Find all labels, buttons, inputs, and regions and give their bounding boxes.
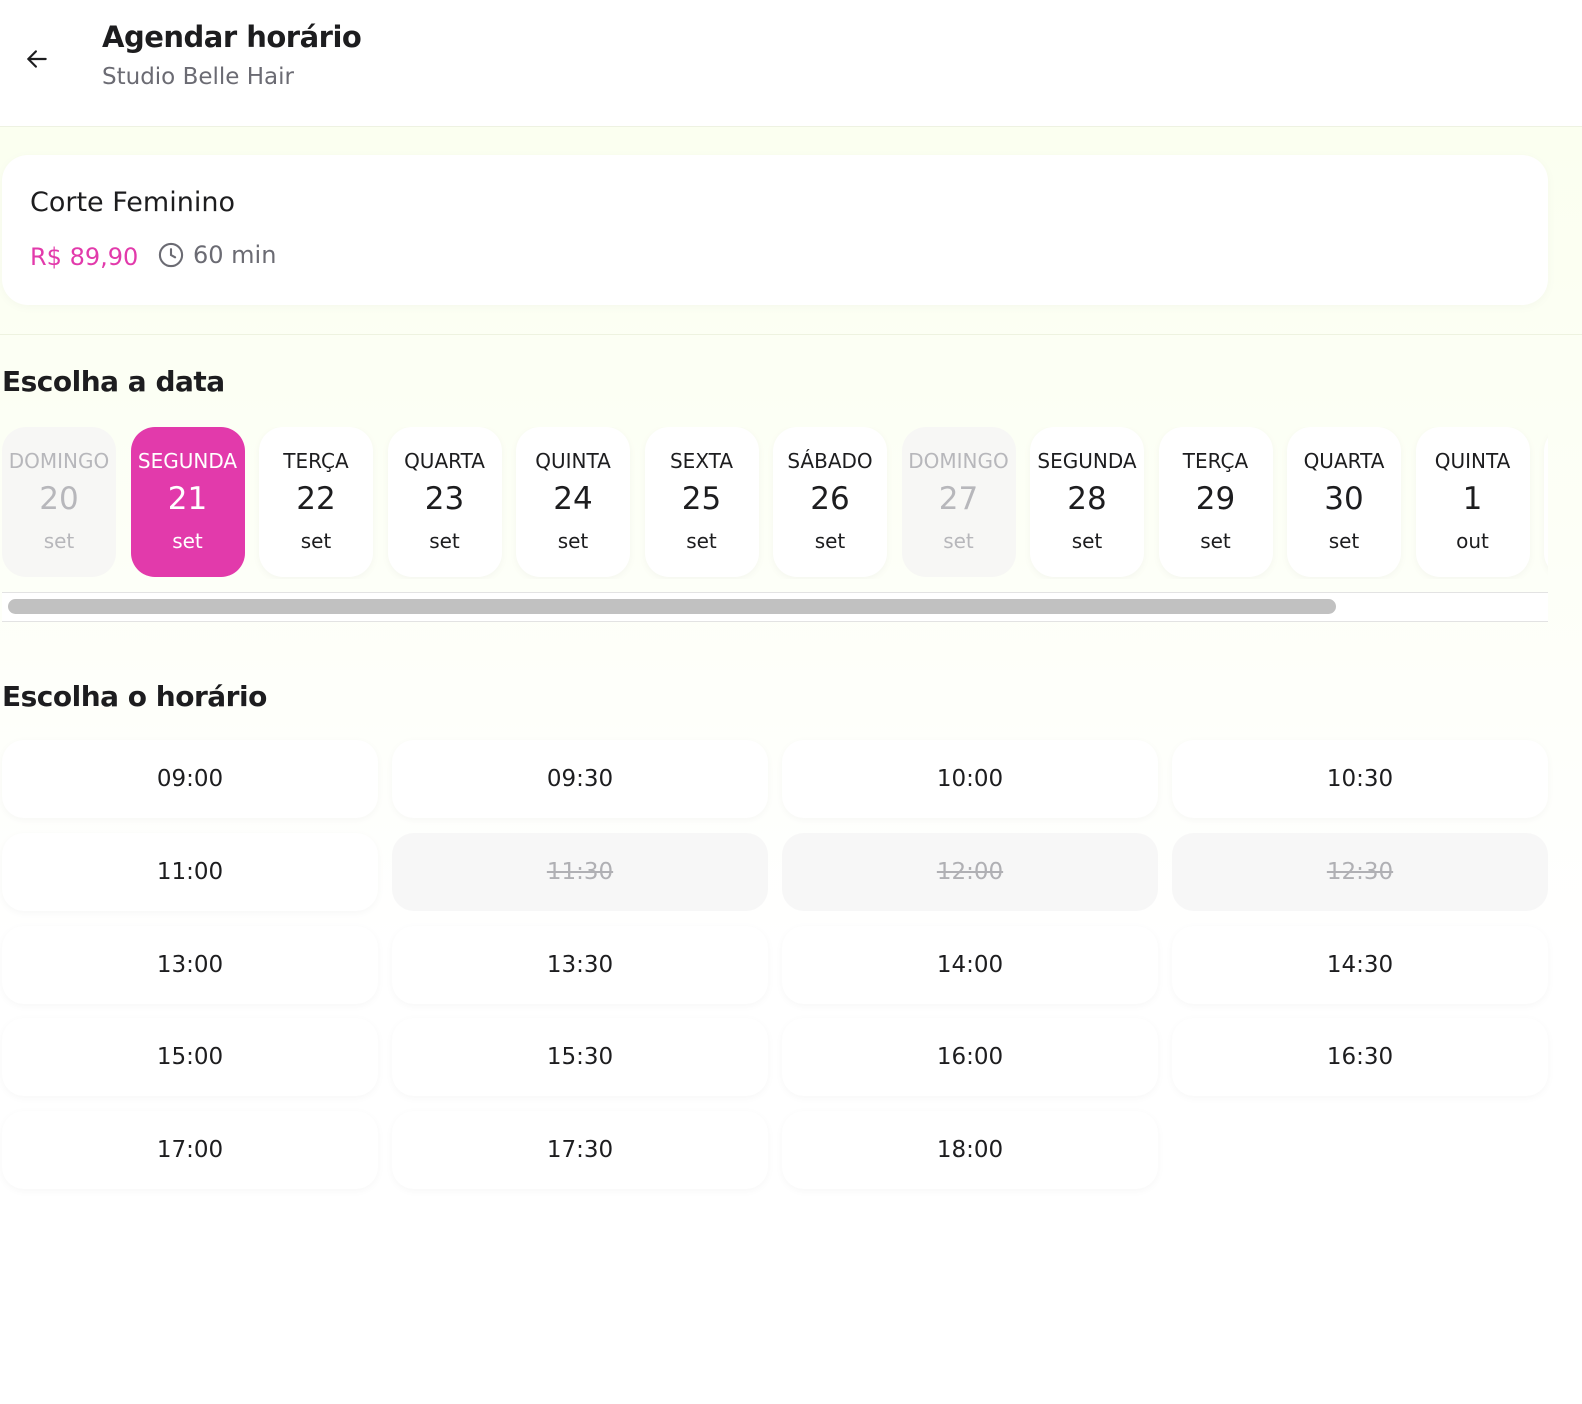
date-option-weekday: TERÇA [1182, 449, 1249, 473]
date-option[interactable]: QUINTA 24 set [516, 427, 630, 577]
service-price: R$ 89,90 [30, 243, 139, 271]
app-header: Agendar horário Studio Belle Hair [0, 0, 1582, 127]
time-slot[interactable]: 16:00 [782, 1018, 1158, 1096]
date-option-day: 22 [296, 481, 336, 517]
time-slot[interactable]: 13:00 [2, 926, 378, 1004]
time-slot[interactable]: 09:00 [2, 740, 378, 818]
date-option-day: 24 [553, 481, 593, 517]
date-option-day: 26 [810, 481, 850, 517]
date-option-weekday: QUARTA [1303, 449, 1385, 473]
date-option[interactable]: TERÇA 22 set [259, 427, 373, 577]
date-option: DOMINGO 27 set [901, 427, 1016, 577]
date-option: DOMINGO 20 set [2, 427, 116, 577]
date-option-day: 27 [938, 481, 979, 517]
date-option[interactable]: TERÇA 29 set [1158, 427, 1273, 577]
clock-icon [158, 242, 184, 268]
date-option-month: set [172, 529, 203, 553]
date-option-weekday: SÁBADO [787, 449, 873, 473]
time-slot[interactable]: 17:00 [2, 1111, 378, 1189]
date-option-day: 28 [1067, 481, 1107, 517]
date-option-month: set [943, 529, 974, 553]
date-section-title: Escolha a data [2, 365, 225, 398]
back-button[interactable] [18, 40, 56, 78]
time-slot[interactable]: 14:00 [782, 926, 1158, 1004]
date-option-weekday: SEGUNDA [1037, 449, 1137, 473]
time-slot-unavailable: 11:30 [392, 833, 768, 911]
time-section-title: Escolha o horário [2, 680, 267, 713]
salon-name: Studio Belle Hair [102, 64, 294, 90]
date-option[interactable]: SEXTA 25 set [644, 427, 759, 577]
service-card: Corte Feminino R$ 89,90 60 min [2, 155, 1548, 305]
date-option-day: 30 [1324, 481, 1364, 517]
date-option-day: 23 [424, 481, 465, 517]
time-slot[interactable]: 18:00 [782, 1111, 1158, 1189]
date-option[interactable]: SEGUNDA 28 set [1030, 427, 1144, 577]
date-option[interactable]: QUARTA 30 set [1287, 427, 1401, 577]
date-option-day: 20 [39, 481, 79, 517]
date-option[interactable]: QUINTA 1 out [1415, 427, 1530, 577]
date-option-weekday: TERÇA [283, 449, 349, 473]
time-slot[interactable]: 14:30 [1172, 926, 1548, 1004]
service-duration-label: 60 min [193, 241, 277, 269]
date-option[interactable]: SÁBADO 26 set [773, 427, 887, 577]
date-option-month: set [557, 529, 589, 553]
date-option-day: 21 [167, 481, 208, 517]
date-option-month: set [300, 529, 332, 553]
date-option-month: set [1328, 529, 1360, 553]
date-option-weekday: DOMINGO [8, 449, 110, 473]
service-duration: 60 min [157, 241, 276, 269]
date-option-weekday: QUARTA [404, 449, 485, 473]
date-option-weekday: QUINTA [1434, 449, 1511, 473]
time-slot[interactable]: 10:00 [782, 740, 1158, 818]
date-option-weekday: DOMINGO [908, 449, 1009, 473]
date-scrollbar-thumb[interactable] [8, 599, 1336, 614]
date-option-weekday: QUINTA [535, 449, 611, 473]
date-option-month: set [43, 529, 75, 553]
date-option-weekday: SEXTA [669, 449, 734, 473]
date-scrollbar[interactable] [2, 592, 1548, 622]
date-option-day: 29 [1195, 481, 1236, 517]
date-option-weekday: SEGUNDA [137, 449, 238, 473]
time-slot[interactable]: 17:30 [392, 1111, 768, 1189]
date-option-day: 25 [681, 481, 722, 517]
service-name: Corte Feminino [30, 187, 235, 218]
date-option-month: set [1200, 529, 1231, 553]
time-slot[interactable]: 15:00 [2, 1018, 378, 1096]
time-slot[interactable]: 10:30 [1172, 740, 1548, 818]
date-option-month: set [429, 529, 460, 553]
time-slot-unavailable: 12:30 [1172, 833, 1548, 911]
date-option-month: set [686, 529, 717, 553]
page-title: Agendar horário [102, 20, 362, 54]
time-slot[interactable]: 13:30 [392, 926, 768, 1004]
date-option-day: 1 [1462, 481, 1483, 517]
section-divider [0, 334, 1582, 335]
booking-content: Corte Feminino R$ 89,90 60 min Escolha a… [0, 127, 1582, 1404]
time-slot-unavailable: 12:00 [782, 833, 1158, 911]
date-option[interactable]: SEGUNDA 21 set [130, 427, 245, 577]
time-slot[interactable]: 15:30 [392, 1018, 768, 1096]
time-slot[interactable]: 11:00 [2, 833, 378, 911]
date-option-month: set [1071, 529, 1103, 553]
date-picker-strip[interactable]: DOMINGO 20 set SEGUNDA 21 set TERÇA 22 set QUARTA… [2, 427, 1548, 579]
time-slot[interactable]: 09:30 [392, 740, 768, 818]
date-option-month: out [1456, 529, 1489, 553]
date-option-month: set [814, 529, 846, 553]
date-option-partial[interactable] [1544, 427, 1548, 577]
date-option[interactable]: QUARTA 23 set [387, 427, 502, 577]
arrow-left-icon [27, 50, 47, 68]
time-slot[interactable]: 16:30 [1172, 1018, 1548, 1096]
